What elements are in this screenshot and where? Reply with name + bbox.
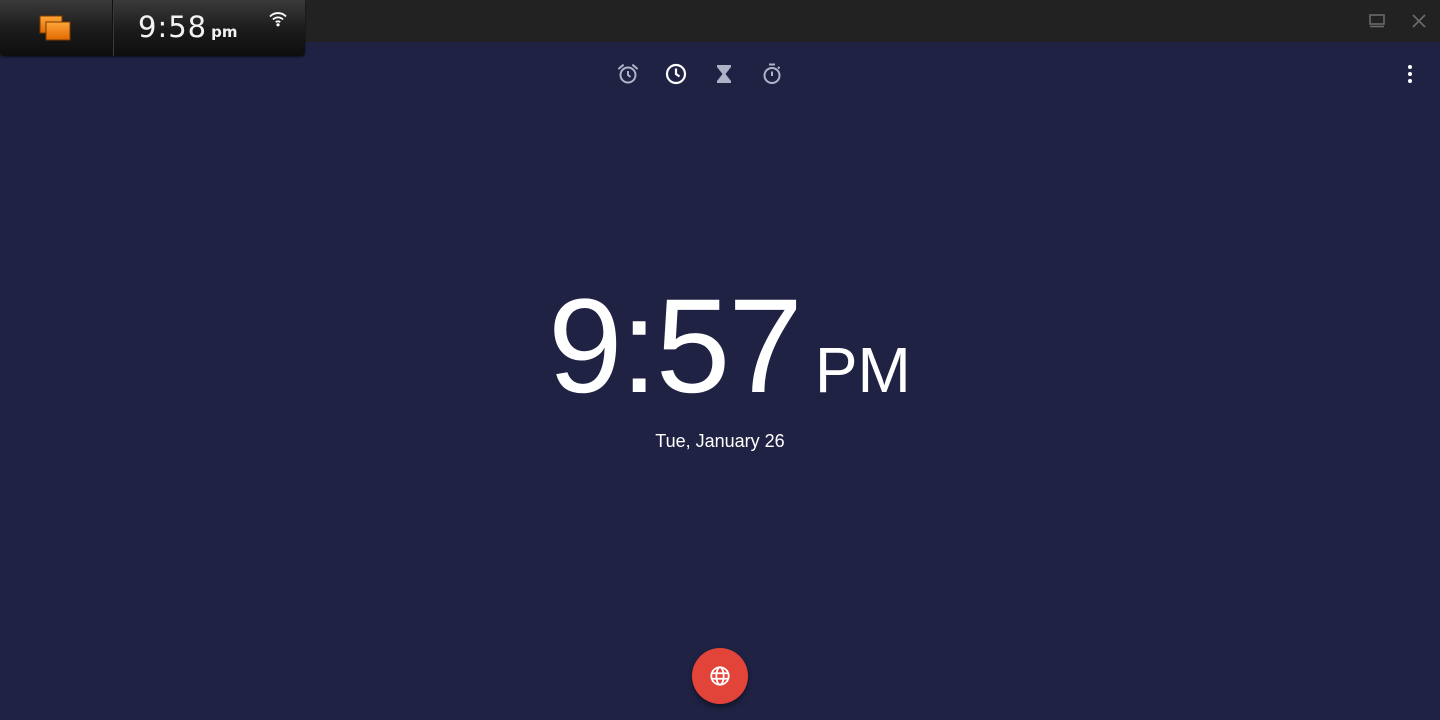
system-launcher-panel: 9:58 pm xyxy=(0,0,305,56)
current-time-ampm: PM xyxy=(814,334,911,406)
system-clock-time: 9:58 xyxy=(138,10,208,44)
launcher-divider xyxy=(112,0,113,56)
current-time-hours-minutes: 9:57 xyxy=(548,272,803,421)
alarm-icon[interactable] xyxy=(616,62,640,86)
stopwatch-icon[interactable] xyxy=(760,62,784,86)
windows-switcher-icon[interactable] xyxy=(38,14,74,44)
system-clock: 9:58 pm xyxy=(138,10,238,44)
restore-window-icon[interactable] xyxy=(1368,12,1386,30)
clock-icon[interactable] xyxy=(664,62,688,86)
wifi-icon xyxy=(269,12,287,27)
add-city-button[interactable] xyxy=(692,648,748,704)
current-date: Tue, January 26 xyxy=(655,431,785,451)
hourglass-icon[interactable] xyxy=(712,62,736,86)
system-clock-ampm: pm xyxy=(211,23,238,41)
close-window-icon[interactable] xyxy=(1410,12,1428,30)
more-options-icon[interactable] xyxy=(1398,62,1422,86)
current-time: 9:57 PM xyxy=(548,280,911,414)
globe-icon xyxy=(710,666,730,686)
